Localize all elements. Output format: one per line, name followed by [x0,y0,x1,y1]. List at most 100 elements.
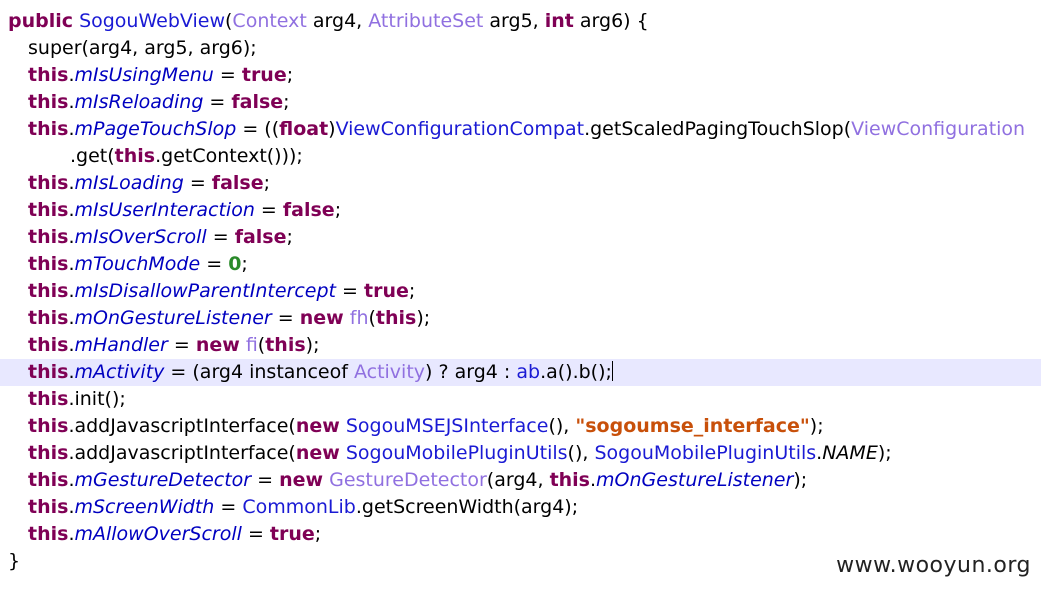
code-token: = [206,226,235,248]
code-token: AttributeSet [368,10,484,32]
code-token: = [254,199,283,221]
code-token: arg6) { [573,10,649,32]
code-token: "sogoumse_interface" [575,415,810,437]
code-token: mIsOverScroll [74,226,207,248]
code-token: .getScreenWidth(arg4); [355,496,579,518]
code-token: ViewConfiguration [851,118,1026,140]
code-token: SogouMobilePluginUtils [594,442,817,464]
code-token: this [114,145,156,167]
code-token: .getContext())); [155,145,303,167]
code-token: this [28,361,69,383]
code-token: (), [548,415,576,437]
code-token: mGestureDetector [74,469,252,491]
code-token: = [183,172,212,194]
code-token: ; [286,226,293,248]
code-token: ; [314,523,322,545]
code-token: this [28,469,69,491]
code-token: ( [368,307,376,329]
code-token: this [28,253,69,275]
code-token: SogouMobilePluginUtils [345,442,568,464]
code-token: ); [416,307,431,329]
code-token: ; [241,253,248,275]
code-token: int [544,10,574,32]
code-token: mIsLoading [74,172,184,194]
code-token: Activity [353,361,426,383]
code-line-20: this.mAllowOverScroll = true; [0,521,1041,548]
code-token: mOnGestureListener [74,307,272,329]
code-token: ); [305,334,320,356]
code-token: ; [408,280,416,302]
code-line-11: this.mIsDisallowParentIntercept = true; [0,278,1041,305]
code-token: false [231,91,284,113]
code-token: new [295,442,340,464]
code-token: this [28,388,69,410]
code-line-2: super(arg4, arg5, arg6); [0,35,1041,62]
code-token: false [282,199,335,221]
code-token: = [167,334,196,356]
code-token: } [8,550,21,572]
code-token: fi [245,334,258,356]
code-token: SogouMSEJSInterface [345,415,549,437]
code-token: .addJavascriptInterface( [68,442,296,464]
code-line-8: this.mIsUserInteraction = false; [0,197,1041,224]
code-token: this [28,118,69,140]
code-token: this [28,442,69,464]
code-token: this [28,334,69,356]
code-token: float [279,118,329,140]
code-token: mIsReloading [74,91,204,113]
code-token: mAllowOverScroll [74,523,242,545]
code-token: mTouchMode [74,253,201,275]
code-token: ); [809,415,824,437]
code-token: public [8,10,74,32]
code-token: NAME [822,442,878,464]
code-token: this [28,226,69,248]
code-editor[interactable]: public SogouWebView (Context arg4, Attrib… [0,8,1041,575]
code-token: (), [567,442,595,464]
code-token: ; [283,91,290,113]
code-line-4: this.mIsReloading = false; [0,89,1041,116]
code-token: this [28,91,69,113]
code-token: mScreenWidth [74,496,215,518]
code-token: this [28,280,69,302]
code-token: ) ? arg4 : [425,361,517,383]
code-token: ; [334,199,342,221]
code-token: mActivity [74,361,165,383]
code-token: Context [232,10,307,32]
code-token: this [28,64,69,86]
code-token: ); [793,469,808,491]
code-token: SogouWebView [79,10,225,32]
code-token: .init(); [68,388,126,410]
code-token: false [211,172,264,194]
code-token: true [364,280,409,302]
code-token: .get( [70,145,115,167]
code-token: ab [516,361,541,383]
code-token: super(arg4, arg5, arg6); [28,37,257,59]
code-line-1: public SogouWebView(Context arg4, Attrib… [0,8,1041,35]
code-token: this [265,334,306,356]
code-line-16: this.addJavascriptInterface(new SogouMSE… [0,413,1041,440]
code-line-18: this.mGestureDetector = new GestureDetec… [0,467,1041,494]
code-token: false [234,226,287,248]
code-token: 0 [228,253,242,275]
code-token: = [203,91,232,113]
code-token: ); [877,442,892,464]
code-token: new [279,469,324,491]
code-token: = [271,307,300,329]
code-token: mIsUsingMenu [74,64,214,86]
code-line-14-current[interactable]: this.mActivity = (arg4 instanceof Activi… [0,359,1041,386]
code-token: = [336,280,365,302]
code-token: GestureDetector [329,469,487,491]
code-token: mPageTouchSlop [74,118,237,140]
code-token: this [28,523,69,545]
code-token: (arg4, [486,469,550,491]
code-token: ; [286,64,294,86]
code-token: = [214,496,243,518]
code-line-17: this.addJavascriptInterface(new SogouMob… [0,440,1041,467]
code-token: mIsDisallowParentIntercept [74,280,337,302]
watermark: www.wooyun.org [836,553,1031,578]
code-line-13: this.mHandler = new fi(this); [0,332,1041,359]
code-token: .getScaledPagingTouchSlop( [584,118,852,140]
code-token: this [549,469,590,491]
code-token: = [200,253,229,275]
code-token: = (( [236,118,280,140]
